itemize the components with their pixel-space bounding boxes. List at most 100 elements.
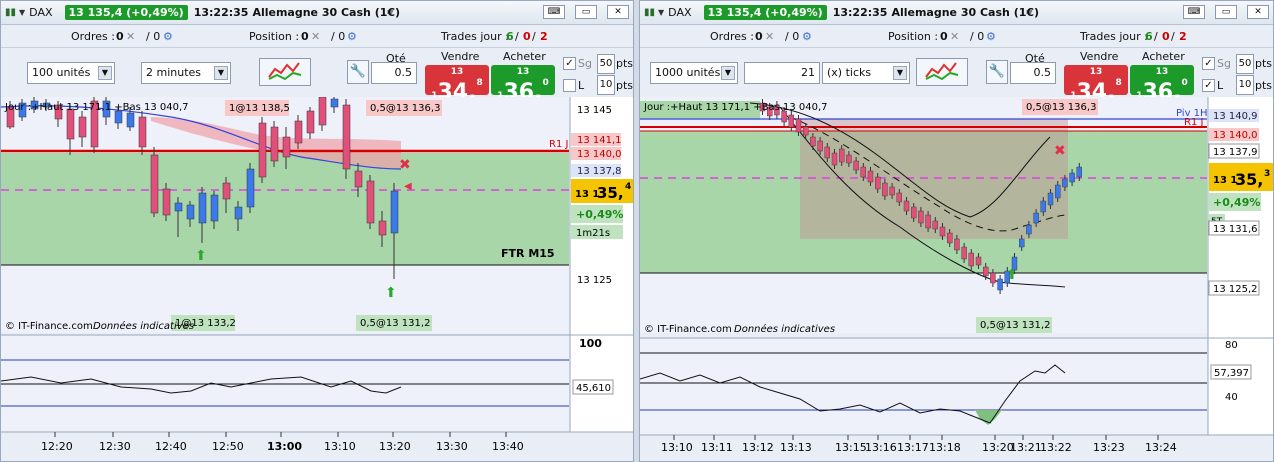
l-checkbox[interactable]	[563, 79, 576, 92]
copyright: © IT-Finance.com	[5, 321, 93, 332]
x-tick-label: 13:21	[1010, 441, 1042, 454]
candle-body	[66, 108, 75, 140]
chart-icon[interactable]: ▮▮	[644, 7, 655, 18]
y-label: 13 125,2	[1213, 284, 1258, 295]
orders-total: / 0	[146, 29, 161, 43]
minimize-button[interactable]: ▭	[575, 5, 597, 19]
indicator-chart-icon	[268, 62, 302, 81]
close-position-icon[interactable]: ✕	[311, 30, 320, 43]
order-tag[interactable]: 0,5@13 131,2	[980, 320, 1050, 331]
last-price-small: 13 1	[1213, 175, 1237, 186]
last-price-big: 35,	[1235, 170, 1263, 189]
period-select[interactable]: 2 minutes ▼	[141, 62, 231, 84]
x-tick-label: 13:22	[1040, 441, 1072, 454]
account-info-row: Ordres : 0 ✕ / 0 ⚙ Position : 0 ✕ / 0 ⚙ …	[710, 29, 1187, 43]
position-count: 0	[940, 29, 948, 43]
close-button[interactable]: ✕	[607, 5, 629, 19]
wrench-icon[interactable]: 🔧	[986, 60, 1008, 84]
qty-input[interactable]: 0.5	[371, 62, 417, 84]
candle-body	[234, 206, 243, 220]
trades-winning: 6	[1145, 29, 1153, 43]
qty-input[interactable]: 0.5	[1010, 62, 1056, 84]
l-checkbox[interactable]: ✓	[1202, 79, 1215, 92]
candle-body	[126, 112, 135, 128]
change-percent: +0,49%	[576, 208, 623, 221]
indicators-button[interactable]	[916, 58, 968, 86]
close-position-icon[interactable]: ✕	[950, 30, 959, 43]
candle-body	[390, 190, 399, 234]
candle-body	[831, 152, 838, 166]
y-tick: 13 145	[577, 105, 612, 116]
position-total: / 0	[970, 29, 985, 43]
l-points-input[interactable]: 10	[597, 75, 615, 95]
x-tick-label: 13:20	[982, 441, 1014, 454]
candle-body	[138, 116, 147, 148]
chart-icon[interactable]: ▮▮	[5, 7, 16, 18]
sg-points-input[interactable]: 50	[597, 54, 615, 74]
x-tick-label: 13:12	[742, 441, 774, 454]
l-points-input[interactable]: 10	[1236, 75, 1254, 95]
dropdown-arrow-icon[interactable]: ▼	[658, 8, 664, 17]
ticks-unit: (x) ticks	[827, 66, 872, 79]
candle-body	[1026, 224, 1032, 235]
candle-body	[1055, 184, 1061, 199]
candle-body	[932, 220, 938, 230]
cancel-orders-icon[interactable]: ✕	[126, 30, 135, 43]
indicators-button[interactable]	[259, 58, 311, 86]
disclaimer: Données indicatives	[93, 320, 194, 332]
sg-checkbox[interactable]: ✓	[1202, 57, 1215, 70]
position-label: Position :	[249, 29, 300, 43]
position-gear-icon[interactable]: ⚙	[347, 30, 357, 43]
x-tick-label: 13:16	[865, 441, 897, 454]
clock-time: 13:22:35	[193, 6, 249, 19]
buy-button[interactable]: 13 136,0	[491, 65, 555, 105]
sg-points-input[interactable]: 50	[1236, 54, 1254, 74]
candle-body	[939, 226, 946, 237]
settings-gear-icon[interactable]: ⚙	[802, 30, 812, 43]
units-select[interactable]: 100 unités ▼	[27, 62, 115, 84]
buy-button[interactable]: 13 136,0	[1130, 65, 1194, 105]
cancel-orders-icon[interactable]: ✕	[765, 30, 774, 43]
candle-body	[889, 186, 895, 196]
position-gear-icon[interactable]: ⚙	[986, 30, 996, 43]
candle-body	[975, 256, 982, 266]
last-price-exp: 3	[1264, 169, 1270, 179]
order-tag[interactable]: 0,5@13 136,3	[1026, 102, 1096, 113]
settings-gear-icon[interactable]: ⚙	[163, 30, 173, 43]
order-tag[interactable]: 0,5@13 131,2	[360, 318, 430, 329]
units-value: 100 unités	[32, 66, 91, 79]
candle-body	[947, 232, 953, 244]
buy-label: Acheter	[503, 50, 546, 63]
ticks-select[interactable]: (x) ticks ▼	[822, 62, 910, 84]
wrench-icon[interactable]: 🔧	[347, 60, 369, 84]
keyboard-icon[interactable]: ⌨	[1183, 5, 1205, 19]
close-marker-icon[interactable]: ✖	[1054, 143, 1066, 159]
candle-body	[954, 238, 960, 251]
close-button[interactable]: ✕	[1247, 5, 1269, 19]
x-tick-label: 13:15	[835, 441, 867, 454]
candle-body	[198, 192, 207, 224]
candle-body	[282, 136, 291, 158]
right-price-chart[interactable]: Jour :+Haut 13 171,1 +Bas 13 040,7 0,5@1…	[640, 97, 1274, 462]
candle-body	[903, 200, 910, 212]
order-tag[interactable]: 0,5@13 136,3	[370, 103, 440, 114]
last-price-big: 35,	[597, 184, 624, 202]
units-select[interactable]: 1000 unités ▼	[650, 62, 738, 84]
right-chart-window: ▮▮ ▼ DAX 13 135,4 (+0,49%) 13:22:35 Alle…	[639, 0, 1274, 462]
left-price-chart[interactable]: Jour :+Haut 13 171,1 +Bas 13 040,7 1@13 …	[1, 97, 634, 462]
candle-body	[788, 114, 795, 128]
sg-checkbox[interactable]: ✓	[563, 57, 576, 70]
x-tick-label: 12:40	[155, 440, 187, 453]
dropdown-arrow-icon[interactable]: ▼	[19, 8, 25, 17]
order-tag[interactable]: 1@13 138,5	[229, 103, 290, 114]
trades-label: Trades jour :	[1080, 29, 1148, 43]
keyboard-icon[interactable]: ⌨	[543, 5, 565, 19]
minimize-button[interactable]: ▭	[1215, 5, 1237, 19]
position-label: Position :	[888, 29, 939, 43]
candle-body	[318, 97, 327, 126]
close-marker-icon[interactable]: ✖	[399, 157, 411, 173]
ftr-label: FTR M15	[501, 247, 555, 260]
sell-button[interactable]: 13 134,8	[1064, 65, 1128, 105]
sell-button[interactable]: 13 134,8	[425, 65, 489, 105]
ticks-input[interactable]: 21	[744, 62, 820, 84]
